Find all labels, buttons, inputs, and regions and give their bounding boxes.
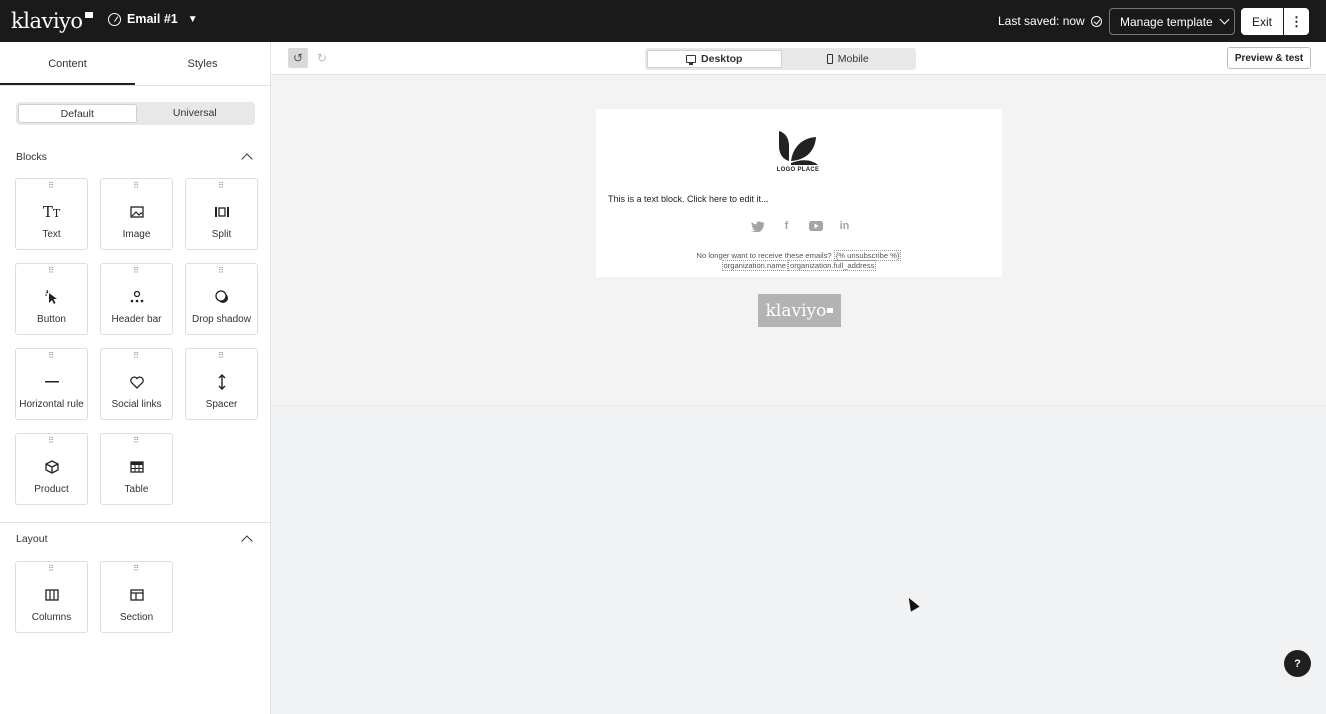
block-table[interactable]: ⠿ Table: [100, 433, 173, 505]
sidebar-tabs: Content Styles: [0, 42, 270, 86]
drag-handle-icon[interactable]: ⠿: [101, 437, 172, 445]
drag-handle-icon[interactable]: ⠿: [101, 182, 172, 190]
top-bar: klaviyo Email #1 ▼ Last saved: now Manag…: [0, 0, 1326, 42]
leaf-logo-icon: [779, 131, 818, 165]
manage-template-button[interactable]: Manage template: [1109, 8, 1235, 35]
drag-handle-icon[interactable]: ⠿: [16, 437, 87, 445]
heart-icon: [101, 374, 172, 390]
device-toggle: Desktop Mobile: [645, 48, 916, 70]
editor-toolbar: ↺ ↻ Desktop Mobile Preview & test: [271, 42, 1326, 75]
block-text[interactable]: ⠿ TT Text: [15, 178, 88, 250]
sidebar: Content Styles Default Universal Blocks …: [0, 42, 271, 714]
youtube-icon[interactable]: [808, 219, 823, 233]
block-button[interactable]: ⠿ Button: [15, 263, 88, 335]
drag-handle-icon[interactable]: ⠿: [16, 352, 87, 360]
spacer-icon: [186, 374, 257, 390]
drag-handle-icon[interactable]: ⠿: [101, 267, 172, 275]
klaviyo-badge: klaviyo: [758, 294, 841, 327]
email-title: Email #1: [127, 12, 178, 26]
segment-universal[interactable]: Universal: [137, 104, 254, 123]
layout-columns[interactable]: ⠿ Columns: [15, 561, 88, 633]
block-horizontal-rule[interactable]: ⠿ Horizontal rule: [15, 348, 88, 420]
drag-handle-icon[interactable]: ⠿: [16, 182, 87, 190]
exit-button[interactable]: Exit: [1241, 8, 1283, 35]
desktop-icon: [686, 55, 697, 65]
last-saved-status: Last saved: now: [998, 14, 1102, 28]
blocks-section-header[interactable]: Blocks: [16, 151, 255, 165]
chevron-down-icon: [1219, 14, 1230, 25]
email-body[interactable]: LOGO PLACE This is a text block. Click h…: [596, 109, 1002, 277]
status-icon: [108, 12, 121, 26]
drag-handle-icon[interactable]: ⠿: [16, 565, 87, 573]
chevron-up-icon[interactable]: [241, 153, 253, 165]
twitter-icon[interactable]: [750, 219, 765, 233]
drag-handle-icon[interactable]: ⠿: [16, 267, 87, 275]
drop-shadow-icon: [186, 289, 257, 305]
drag-handle-icon[interactable]: ⠿: [186, 267, 257, 275]
header-bar-icon: [101, 289, 172, 305]
layout-section-header[interactable]: Layout: [16, 533, 255, 547]
button-icon: [16, 289, 87, 305]
tab-content[interactable]: Content: [0, 42, 135, 85]
email-footer: No longer want to receive these emails? …: [696, 250, 902, 271]
drag-handle-icon[interactable]: ⠿: [186, 182, 257, 190]
chevron-up-icon[interactable]: [241, 535, 253, 547]
preview-test-button[interactable]: Preview & test: [1227, 47, 1311, 69]
social-links: f in: [750, 219, 852, 233]
block-split[interactable]: ⠿ Split: [185, 178, 258, 250]
redo-button[interactable]: ↻: [312, 48, 332, 68]
drag-handle-icon[interactable]: ⠿: [101, 352, 172, 360]
block-drop-shadow[interactable]: ⠿ Drop shadow: [185, 263, 258, 335]
drag-handle-icon[interactable]: ⠿: [186, 352, 257, 360]
product-icon: [16, 459, 87, 475]
logo-placeholder[interactable]: LOGO PLACE: [772, 129, 824, 177]
org-name-tag[interactable]: organization.name: [721, 260, 789, 271]
split-icon: [186, 204, 257, 220]
block-scope-toggle: Default Universal: [16, 102, 255, 125]
undo-icon: ↺: [292, 51, 304, 65]
desktop-toggle[interactable]: Desktop: [647, 50, 782, 68]
mobile-icon: [826, 54, 833, 64]
text-icon: TT: [42, 203, 61, 221]
block-social-links[interactable]: ⠿ Social links: [100, 348, 173, 420]
caret-down-icon: ▼: [187, 13, 198, 25]
linkedin-icon[interactable]: in: [837, 219, 852, 233]
drag-handle-icon[interactable]: ⠿: [101, 565, 172, 573]
block-header-bar[interactable]: ⠿ Header bar: [100, 263, 173, 335]
check-circle-icon: [1090, 15, 1102, 27]
email-title-dropdown[interactable]: Email #1 ▼: [108, 12, 198, 26]
undo-button[interactable]: ↺: [288, 48, 308, 68]
table-icon: [101, 459, 172, 475]
block-spacer[interactable]: ⠿ Spacer: [185, 348, 258, 420]
redo-icon: ↻: [316, 51, 328, 65]
horizontal-rule-icon: [16, 374, 87, 390]
help-button[interactable]: ?: [1284, 650, 1311, 677]
block-image[interactable]: ⠿ Image: [100, 178, 173, 250]
tab-styles[interactable]: Styles: [135, 42, 270, 85]
block-product[interactable]: ⠿ Product: [15, 433, 88, 505]
text-block[interactable]: This is a text block. Click here to edit…: [608, 194, 769, 204]
canvas-background: [271, 406, 1326, 714]
sidebar-divider: [0, 522, 271, 523]
klaviyo-logo[interactable]: klaviyo: [11, 9, 93, 33]
section-icon: [101, 587, 172, 603]
mobile-toggle[interactable]: Mobile: [782, 50, 915, 68]
layout-section[interactable]: ⠿ Section: [100, 561, 173, 633]
org-address-tag[interactable]: organization.full_address: [788, 260, 877, 271]
segment-default[interactable]: Default: [18, 104, 137, 123]
more-options-button[interactable]: ⋮: [1284, 8, 1309, 35]
facebook-icon[interactable]: f: [779, 219, 794, 233]
columns-icon: [16, 587, 87, 603]
image-icon: [101, 204, 172, 220]
